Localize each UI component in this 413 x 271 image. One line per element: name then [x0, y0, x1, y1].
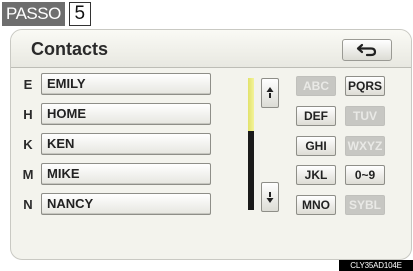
scroll-up-icon — [266, 87, 274, 98]
key-abc: ABC — [296, 76, 336, 96]
figure-code: CLY35AD104E — [339, 260, 413, 271]
contact-button-ken[interactable]: KEN — [41, 133, 211, 155]
key-def[interactable]: DEF — [296, 106, 336, 126]
index-letter: K — [23, 136, 33, 152]
contact-row: H HOME — [19, 103, 211, 125]
key-sybl: SYBL — [345, 195, 385, 215]
contact-button-nancy[interactable]: NANCY — [41, 193, 211, 215]
scroll-down-button[interactable] — [261, 182, 279, 212]
scroll-down-icon — [266, 192, 274, 203]
key-ghi[interactable]: GHI — [296, 136, 336, 156]
index-letter: E — [23, 76, 33, 92]
back-button[interactable] — [342, 39, 392, 61]
return-arrow-icon — [356, 43, 377, 57]
key-tuv: TUV — [345, 106, 385, 126]
key-mno[interactable]: MNO — [296, 195, 336, 215]
screen-header: Contacts — [11, 30, 411, 68]
key-jkl[interactable]: JKL — [296, 165, 336, 185]
nav-screen: Contacts E EMILY H HOME K KEN M MIKE N N… — [10, 29, 412, 260]
step-tag: PASSO 5 — [2, 2, 91, 26]
key-pqrs[interactable]: PQRS — [345, 76, 385, 96]
key-wxyz: WXYZ — [345, 136, 385, 156]
scroll-up-button[interactable] — [261, 78, 279, 108]
index-letter: N — [23, 196, 33, 212]
page-title: Contacts — [31, 39, 109, 59]
contact-row: M MIKE — [19, 163, 211, 185]
index-letter: M — [22, 166, 34, 182]
contact-button-home[interactable]: HOME — [41, 103, 211, 125]
contact-button-emily[interactable]: EMILY — [41, 73, 211, 95]
scrollbar-track[interactable] — [248, 78, 254, 210]
scrollbar-thumb[interactable] — [248, 78, 254, 131]
contact-row: E EMILY — [19, 73, 211, 95]
contact-row: N NANCY — [19, 193, 211, 215]
index-letter: H — [23, 106, 33, 122]
contact-button-mike[interactable]: MIKE — [41, 163, 211, 185]
step-label: PASSO — [2, 2, 65, 26]
step-number: 5 — [68, 2, 91, 26]
key-0-9[interactable]: 0~9 — [345, 165, 385, 185]
contact-row: K KEN — [19, 133, 211, 155]
